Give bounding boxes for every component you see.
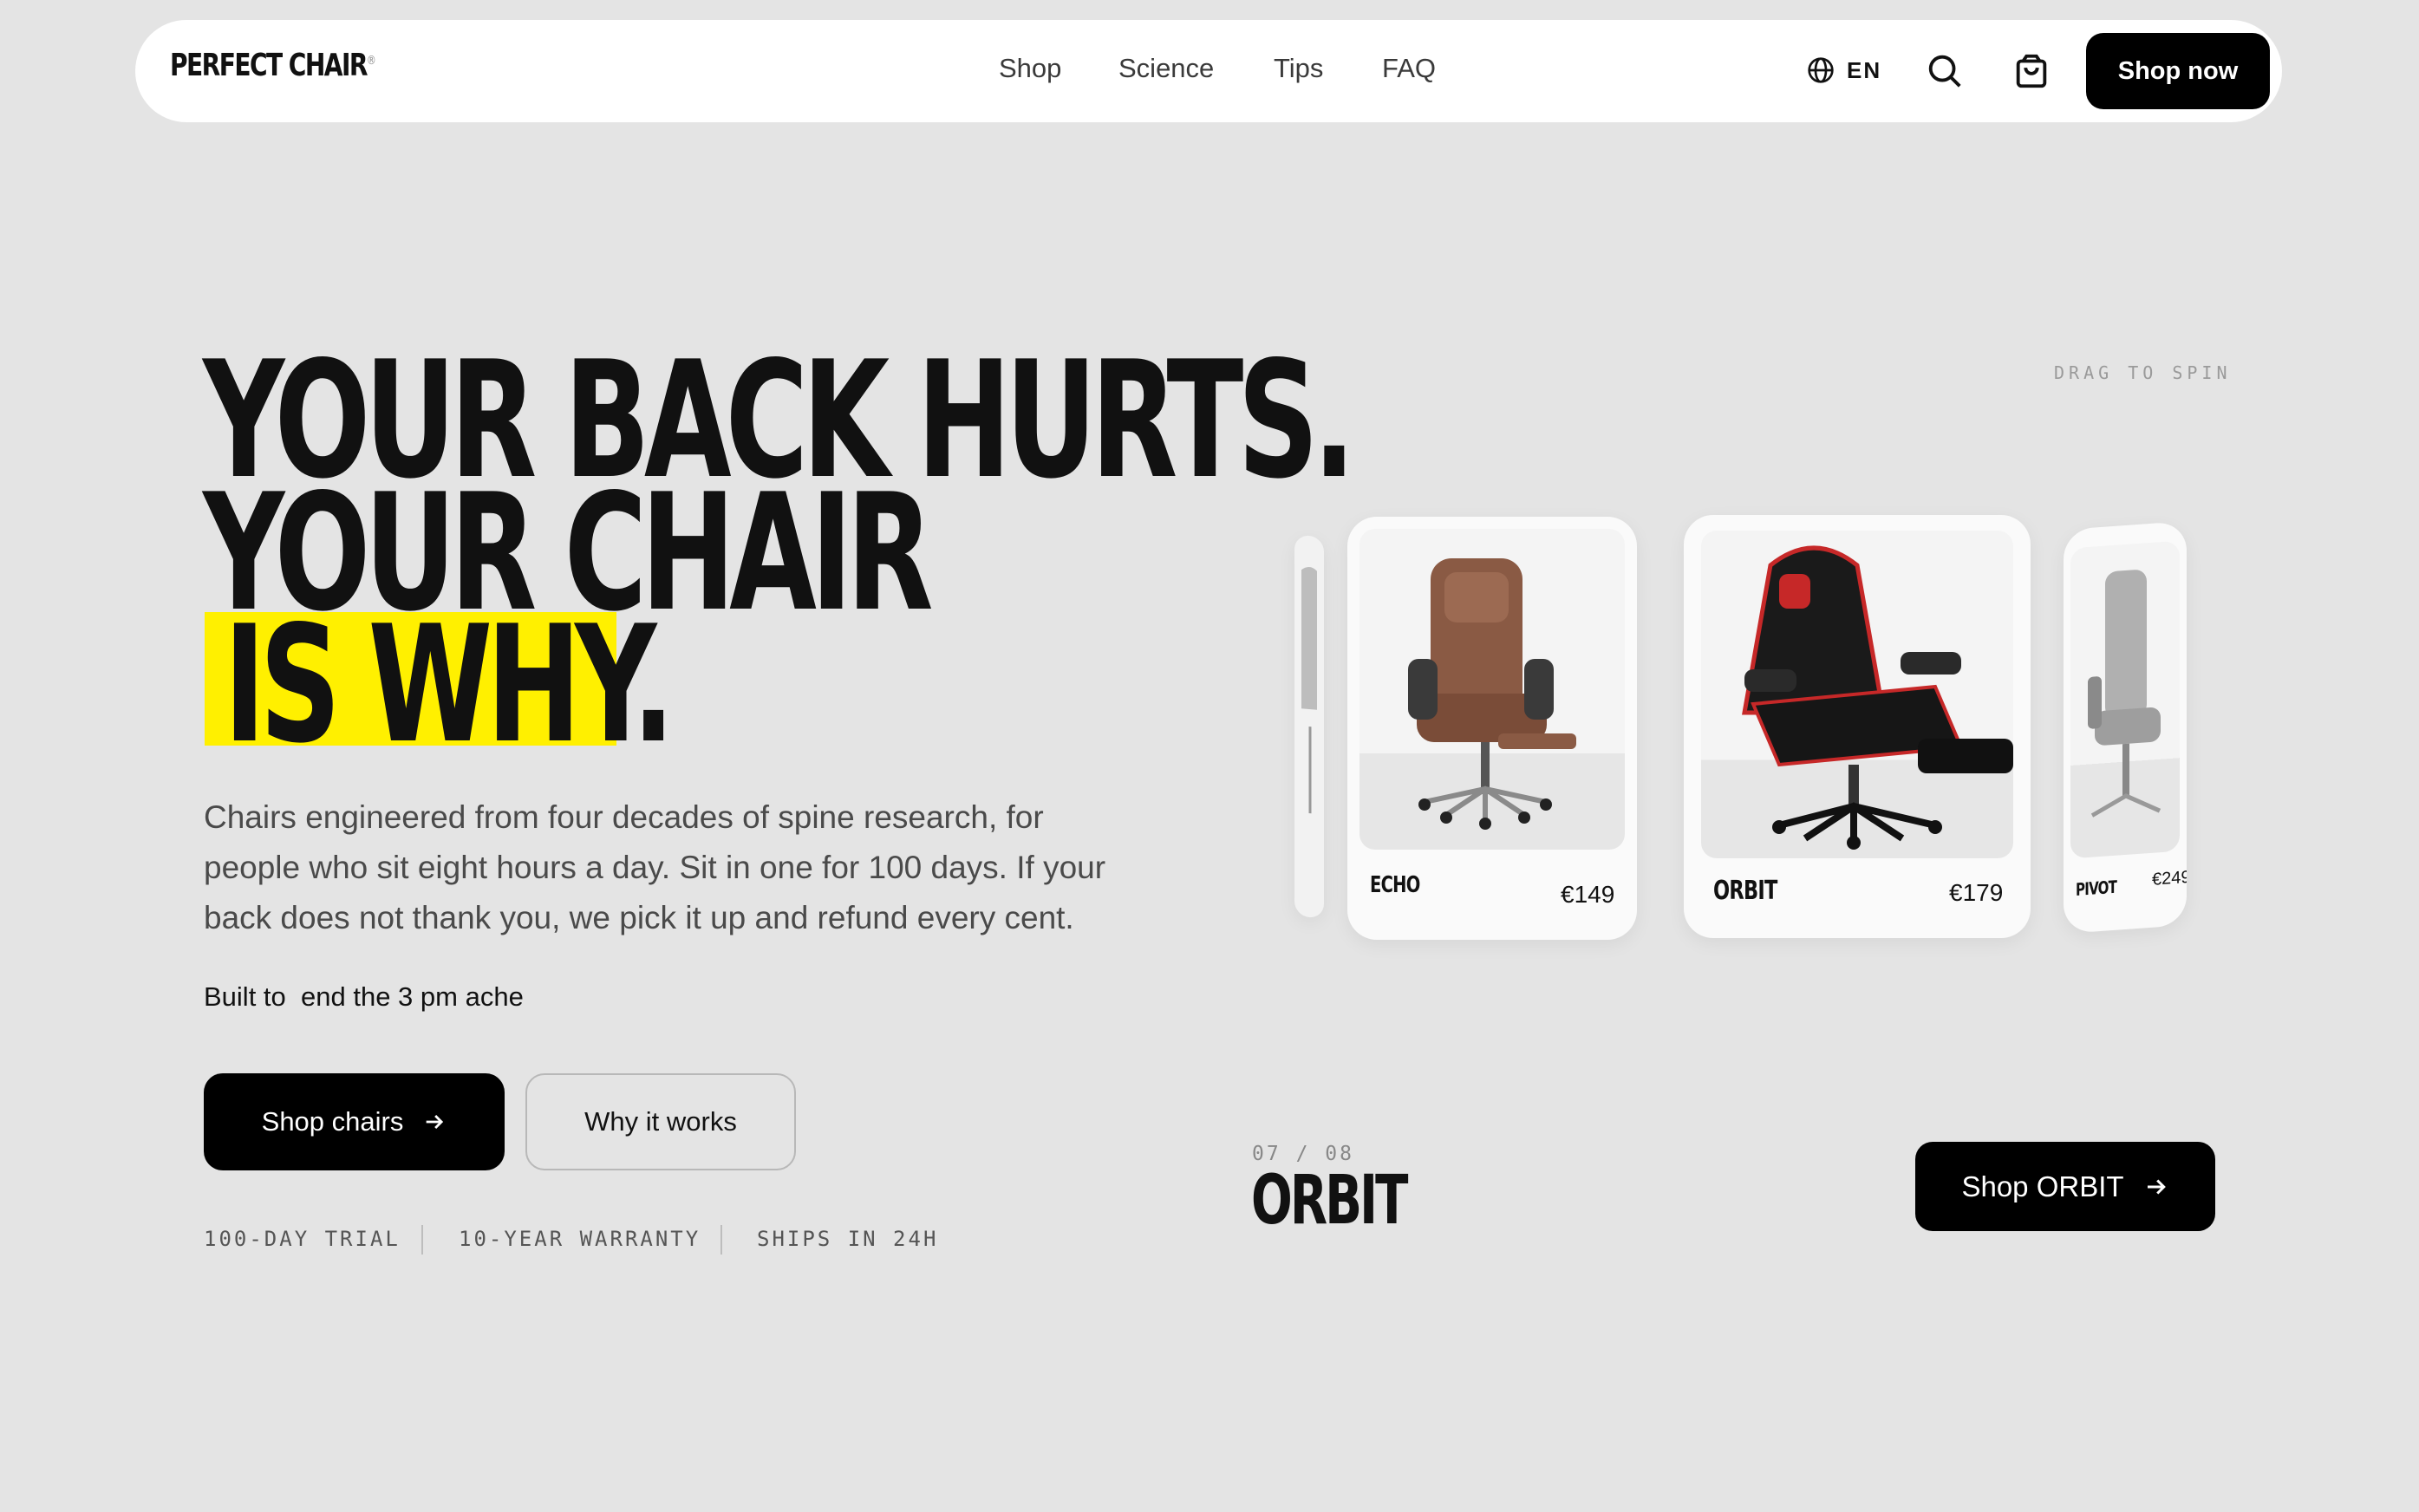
chair-name: ORBIT bbox=[1713, 876, 1777, 906]
hero-description: Chairs engineered from four decades of s… bbox=[204, 799, 1106, 935]
chair-thumbnail bbox=[1301, 567, 1317, 814]
top-navigation: PERFECT CHAIR® Shop Science Tips FAQ EN … bbox=[135, 20, 2282, 122]
chair-name: PIVOT bbox=[2076, 876, 2117, 900]
current-chair-name: ORBIT bbox=[1251, 1162, 1408, 1240]
headline-line-3: IS WHY. bbox=[224, 590, 675, 779]
perk-trial: 100-DAY TRIAL bbox=[204, 1227, 401, 1251]
shop-now-button[interactable]: Shop now bbox=[2086, 33, 2270, 109]
arrow-right-icon bbox=[427, 1115, 444, 1129]
shopping-bag-icon bbox=[2016, 54, 2047, 88]
why-it-works-button[interactable]: Why it works bbox=[525, 1073, 796, 1170]
nav-link-science[interactable]: Science bbox=[1118, 53, 1214, 84]
brown-leather-chair-image bbox=[1408, 558, 1576, 830]
chair-card-orbit[interactable]: ORBIT €179 bbox=[1684, 515, 2031, 938]
nav-link-tips[interactable]: Tips bbox=[1274, 53, 1323, 84]
nav-link-shop[interactable]: Shop bbox=[999, 53, 1061, 84]
chair-photo-orbit bbox=[1701, 531, 2013, 858]
grey-chair-image bbox=[2088, 570, 2161, 818]
shop-current-chair-label: Shop ORBIT bbox=[1961, 1170, 2124, 1202]
perk-warranty: 10-YEAR WARRANTY bbox=[459, 1227, 701, 1251]
chair-price: €149 bbox=[1561, 881, 1615, 908]
perk-divider bbox=[720, 1225, 722, 1255]
tagline-rotating-text: end the 3 pm ache bbox=[301, 981, 524, 1012]
hero-tagline: Built to end the 3 pm ache bbox=[204, 981, 524, 1013]
logo-text: PERFECT CHAIR bbox=[170, 48, 368, 83]
carousel-card-offscreen[interactable] bbox=[1294, 534, 1324, 919]
arrow-right-icon bbox=[2147, 1178, 2166, 1195]
registered-mark: ® bbox=[366, 54, 376, 68]
globe-icon bbox=[1808, 57, 1834, 83]
cart-button[interactable] bbox=[2011, 51, 2051, 91]
chair-card-pivot[interactable]: PIVOT €249 bbox=[2064, 521, 2187, 934]
shop-current-chair-button[interactable]: Shop ORBIT bbox=[1915, 1142, 2215, 1231]
chair-name: ECHO bbox=[1370, 872, 1420, 898]
nav-link-faq[interactable]: FAQ bbox=[1382, 53, 1436, 84]
tagline-prefix: Built to bbox=[204, 981, 286, 1012]
chair-price: €179 bbox=[1949, 879, 2004, 906]
perk-shipping: SHIPS IN 24H bbox=[757, 1227, 939, 1251]
drag-to-spin-hint: DRAG TO SPIN bbox=[2054, 362, 2232, 383]
shop-chairs-button[interactable]: Shop chairs bbox=[204, 1073, 505, 1170]
black-red-gaming-chair-image bbox=[1742, 545, 2013, 850]
chair-price: €249 bbox=[2152, 867, 2187, 890]
brand-logo[interactable]: PERFECT CHAIR® bbox=[170, 48, 376, 83]
chair-photo-echo bbox=[1359, 529, 1625, 850]
shop-chairs-label: Shop chairs bbox=[261, 1106, 404, 1137]
language-label: EN bbox=[1847, 56, 1882, 83]
perk-divider bbox=[421, 1225, 423, 1255]
chair-card-echo[interactable]: ECHO €149 bbox=[1347, 517, 1637, 940]
language-switcher[interactable]: EN bbox=[1807, 56, 1881, 84]
search-button[interactable] bbox=[1925, 51, 1965, 91]
chair-photo-pivot bbox=[2070, 540, 2180, 859]
search-icon bbox=[1928, 55, 1961, 88]
